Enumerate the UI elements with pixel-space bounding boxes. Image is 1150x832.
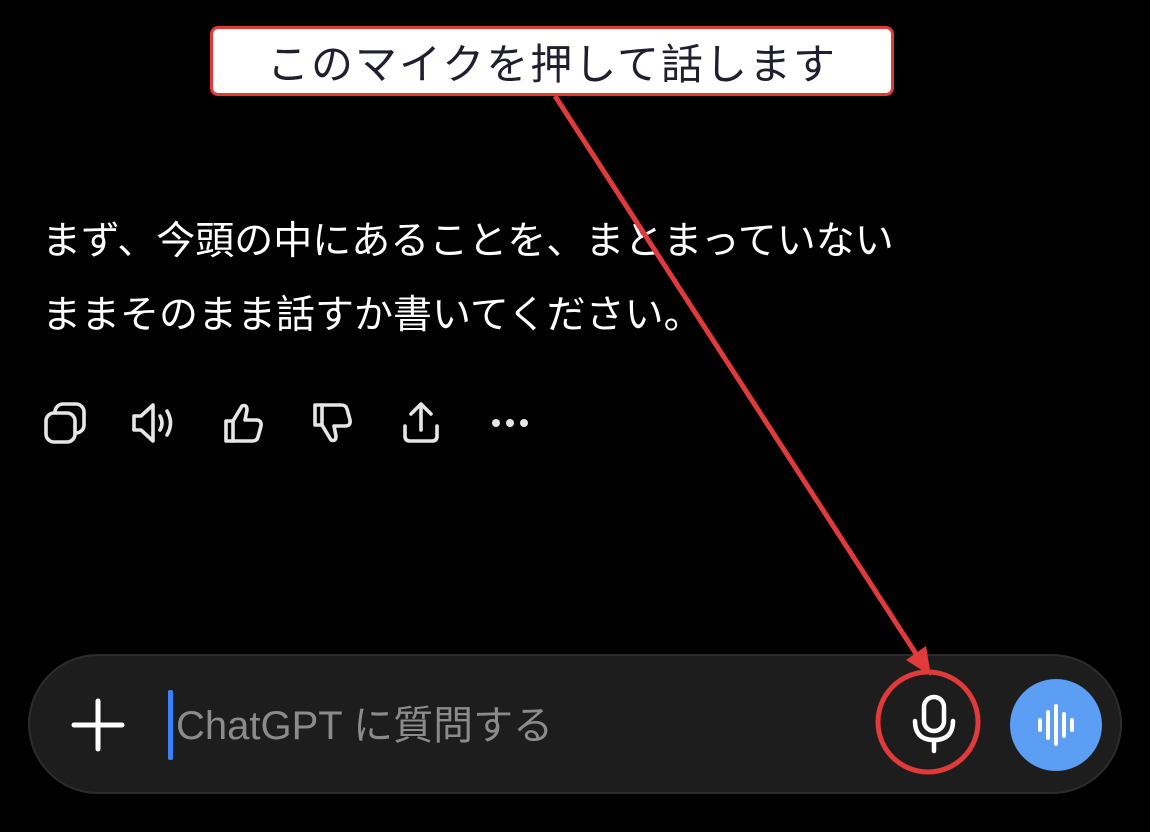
message-line: まず、今頭の中にあることを、まとまっていない	[42, 219, 894, 264]
annotation-callout: このマイクを押して話します	[210, 26, 894, 96]
share-icon	[403, 402, 439, 443]
plus-icon	[71, 698, 125, 752]
good-response-button[interactable]	[218, 398, 268, 448]
annotation-arrow	[552, 94, 923, 662]
message-input[interactable]	[176, 694, 856, 758]
microphone-icon	[912, 694, 956, 754]
text-caret	[168, 690, 173, 760]
chat-composer	[28, 654, 1122, 794]
share-button[interactable]	[396, 398, 446, 448]
copy-icon	[44, 402, 86, 444]
speaker-icon	[132, 403, 173, 443]
copy-button[interactable]	[40, 398, 90, 448]
bad-response-button[interactable]	[307, 398, 357, 448]
thumbs-down-icon	[313, 403, 352, 443]
thumbs-up-icon	[224, 403, 263, 443]
more-icon	[492, 419, 528, 427]
attach-button[interactable]	[70, 697, 126, 753]
voice-waveform-icon	[1038, 704, 1074, 746]
more-options-button[interactable]	[485, 398, 535, 448]
voice-mode-button[interactable]	[1010, 679, 1102, 771]
assistant-message: まず、今頭の中にあることを、まとまっていない ままそのまま話すか書いてください。	[42, 205, 1102, 353]
message-line: ままそのまま話すか書いてください。	[42, 293, 703, 338]
dictate-button[interactable]	[898, 688, 970, 760]
read-aloud-button[interactable]	[129, 398, 179, 448]
message-actions	[40, 398, 574, 448]
